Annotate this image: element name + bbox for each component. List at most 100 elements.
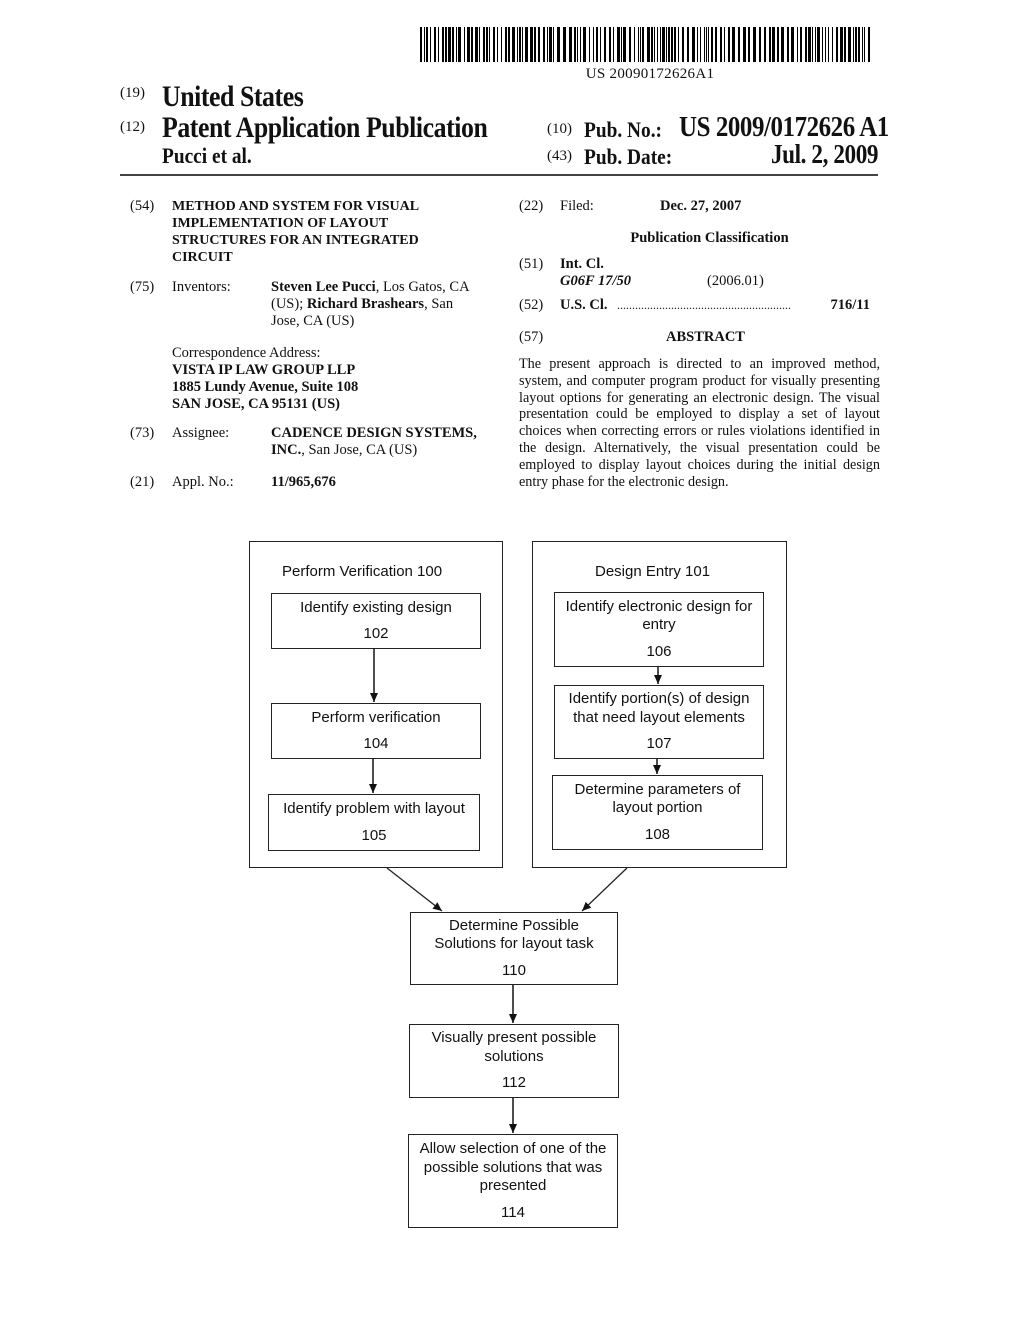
barcode-bar xyxy=(662,27,665,62)
barcode-bar xyxy=(553,27,554,62)
flow-step-102: Identify existing design 102 xyxy=(271,593,481,649)
step-ref: 112 xyxy=(502,1074,526,1092)
step-ref: 104 xyxy=(363,735,389,752)
arrow-verification-to-110 xyxy=(386,867,443,912)
barcode-bar xyxy=(549,27,552,62)
barcode-bar xyxy=(815,27,816,62)
inventor-location: Jose, CA (US) xyxy=(271,313,355,329)
correspondence-line: SAN JOSE, CA 95131 (US) xyxy=(172,396,340,412)
barcode-bar xyxy=(517,27,518,62)
barcode-bar xyxy=(711,27,713,62)
appl-no-field: (21) Appl. No.: 11/965,676 xyxy=(130,474,510,494)
step-ref: 106 xyxy=(646,642,672,660)
barcode-bar xyxy=(501,27,502,62)
barcode-bar xyxy=(647,27,650,62)
barcode-bar xyxy=(621,27,622,62)
barcode-bar xyxy=(430,27,431,62)
barcode-bar xyxy=(704,27,705,62)
correspondence-line: 1885 Lundy Avenue, Suite 108 xyxy=(172,379,359,395)
barcode-bar xyxy=(452,27,454,62)
barcode-bar xyxy=(697,27,698,62)
correspondence-field: Correspondence Address: VISTA IP LAW GRO… xyxy=(172,345,502,413)
barcode-bar xyxy=(642,27,644,62)
barcode-bar xyxy=(855,27,857,62)
barcode-bar xyxy=(868,27,870,62)
int-cl-class: G06F 17/50 xyxy=(560,273,632,289)
inventors-code: (75) xyxy=(130,279,155,295)
appl-no-label: Appl. No.: xyxy=(172,474,234,490)
classification-heading-text: Publication Classification xyxy=(630,230,789,246)
us-cl-leader-dots: ........................................… xyxy=(617,298,791,312)
int-cl-year: (2006.01) xyxy=(707,273,764,289)
barcode-bar xyxy=(759,27,761,62)
barcode-bar xyxy=(808,27,811,62)
invention-title: METHOD AND SYSTEM FOR VISUAL IMPLEMENTAT… xyxy=(172,198,500,266)
classification-heading: Publication Classification xyxy=(519,230,880,247)
barcode-bar xyxy=(674,27,676,62)
barcode-bar xyxy=(657,27,658,62)
barcode-bar xyxy=(438,27,439,62)
pub-date-label: Pub. Date: xyxy=(584,144,673,169)
country-name: United States xyxy=(162,80,304,113)
int-cl-field: (51) Int. Cl. G06F 17/50 (2006.01) xyxy=(519,256,880,292)
barcode-bar xyxy=(715,27,717,62)
assignee-field: (73) Assignee: CADENCE DESIGN SYSTEMS, I… xyxy=(130,425,510,465)
barcode-bar xyxy=(777,27,779,62)
barcode-bar xyxy=(764,27,766,62)
header-rule xyxy=(120,174,878,176)
barcode-bar xyxy=(489,27,490,62)
pub-no-code: (10) xyxy=(547,121,572,137)
group-title: Design Entry 101 xyxy=(595,563,711,580)
barcode-bar xyxy=(797,27,798,62)
barcode-bar xyxy=(580,27,581,62)
barcode-bar xyxy=(583,27,586,62)
barcode-bar xyxy=(563,27,566,62)
barcode-bar xyxy=(458,27,461,62)
abstract: The present approach is directed to an i… xyxy=(519,356,880,490)
barcode-bar xyxy=(787,27,789,62)
title-field: (54) METHOD AND SYSTEM FOR VISUAL IMPLEM… xyxy=(130,198,500,266)
barcode-bar xyxy=(483,27,485,62)
abstract-heading-field: (57) ABSTRACT xyxy=(519,329,880,349)
barcode-bar xyxy=(812,27,813,62)
barcode-bar xyxy=(434,27,436,62)
barcode-bar xyxy=(613,27,614,62)
barcode-bar xyxy=(864,27,865,62)
barcode-bar xyxy=(600,27,601,62)
barcode-bar xyxy=(724,27,725,62)
barcode-bar xyxy=(512,27,515,62)
title-line: IMPLEMENTATION OF LAYOUT xyxy=(172,216,389,231)
barcode-bar xyxy=(817,27,820,62)
step-text: Allow selection of one of the possible s… xyxy=(419,1140,607,1194)
step-ref: 102 xyxy=(363,625,389,642)
barcode-bar xyxy=(530,27,533,62)
barcode-bar xyxy=(547,27,548,62)
barcode-bar xyxy=(732,27,735,62)
appl-no: 11/965,676 xyxy=(271,474,336,490)
barcode-bar xyxy=(836,27,838,62)
barcode-bar xyxy=(671,27,673,62)
barcode-bar xyxy=(467,27,470,62)
abstract-heading: ABSTRACT xyxy=(666,329,745,345)
barcode-bar xyxy=(772,27,775,62)
barcode-bar xyxy=(522,27,523,62)
authors: Pucci et al. xyxy=(162,143,252,168)
barcode-bar xyxy=(840,27,843,62)
pub-date-code: (43) xyxy=(547,148,572,164)
barcode-bar xyxy=(525,27,528,62)
flow-step-110: Determine Possible Solutions for layout … xyxy=(410,912,618,985)
barcode xyxy=(420,27,878,62)
barcode-bar xyxy=(700,27,701,62)
barcode-bar xyxy=(638,27,639,62)
barcode-bar xyxy=(475,27,478,62)
barcode-bar xyxy=(420,27,422,62)
barcode-bar xyxy=(738,27,740,62)
barcode-bar xyxy=(822,27,823,62)
barcode-bar xyxy=(748,27,750,62)
assignee-name: INC. xyxy=(271,442,302,458)
barcode-bar xyxy=(574,27,576,62)
barcode-bar xyxy=(720,27,722,62)
flow-step-107: Identify portion(s) of design that need … xyxy=(554,685,764,759)
filed-label: Filed: xyxy=(560,198,594,214)
step-text: Identify existing design xyxy=(300,598,452,616)
